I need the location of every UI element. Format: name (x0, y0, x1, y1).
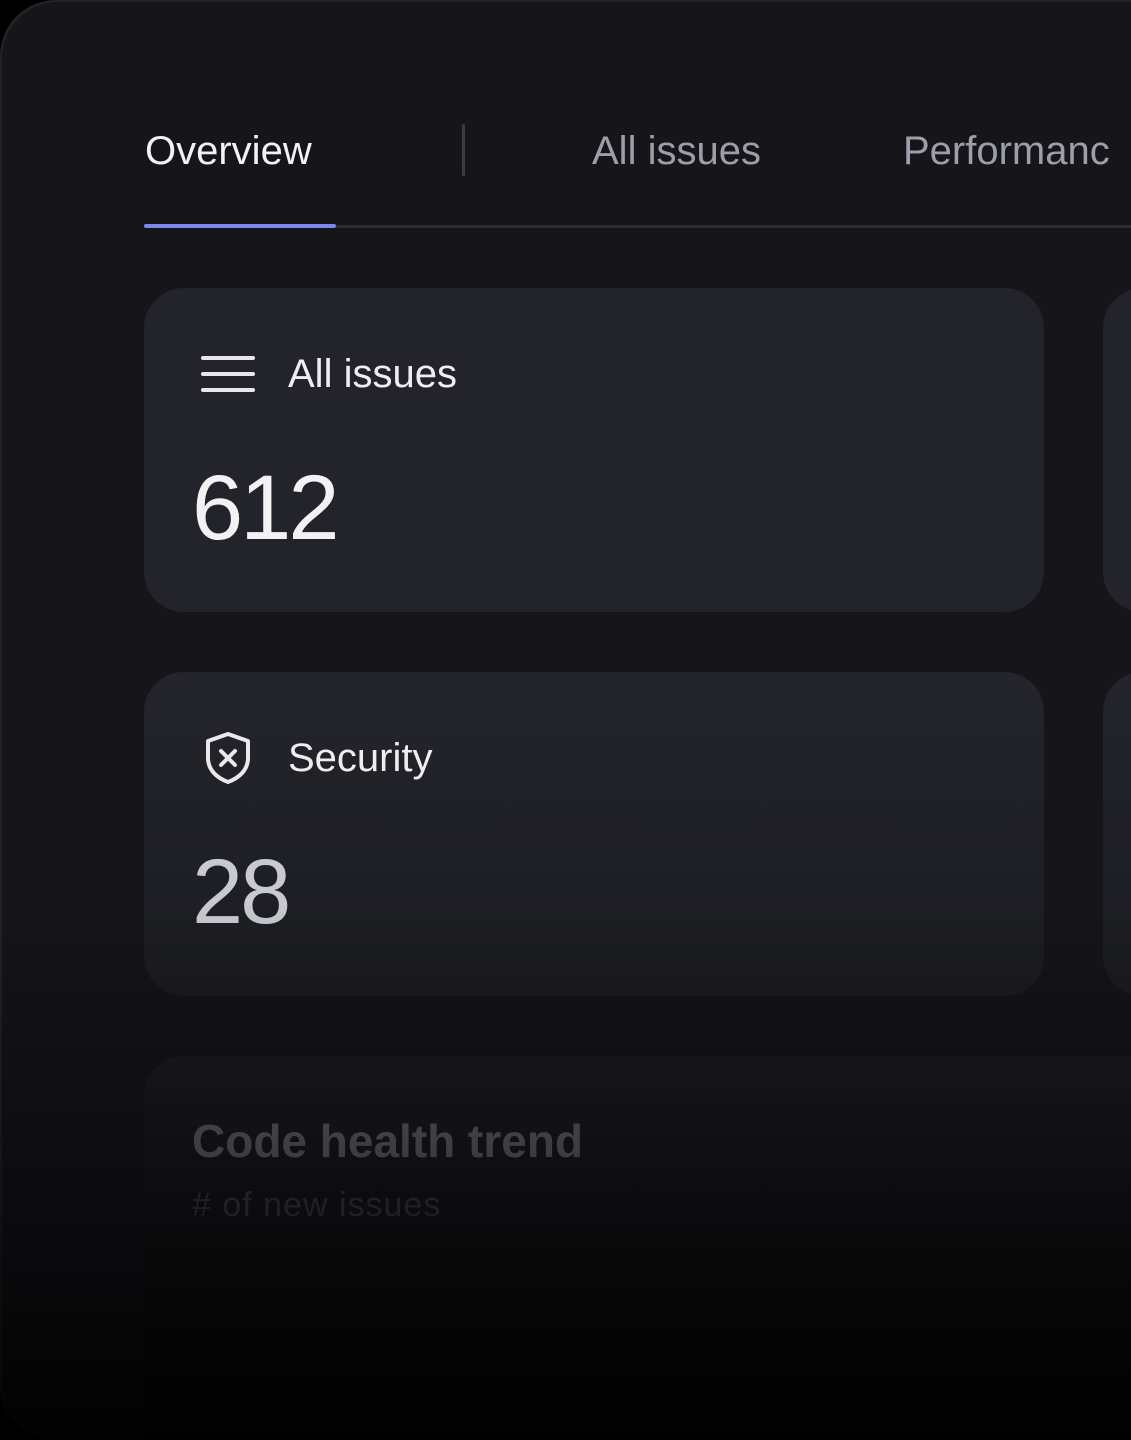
security-count: 28 (192, 841, 291, 943)
security-card[interactable]: Security 28 (144, 672, 1044, 996)
security-card-label: Security (288, 735, 433, 780)
all-issues-card-label: All issues (288, 351, 457, 396)
trend-subtitle: # of new issues (192, 1186, 442, 1224)
tab-performance[interactable]: Performanc (903, 126, 1110, 176)
list-icon (201, 356, 255, 392)
trend-title: Code health trend (192, 1115, 584, 1167)
tab-overview[interactable]: Overview (145, 126, 312, 176)
security-card-header: Security (200, 730, 433, 786)
app-window: Overview All issues Performanc All issue… (0, 0, 1131, 1440)
tab-bar: Overview All issues Performanc (144, 120, 1131, 228)
shield-x-icon (206, 732, 250, 784)
all-issues-card-header: All issues (200, 346, 457, 402)
all-issues-card[interactable]: All issues 612 (144, 288, 1044, 612)
tab-divider (462, 124, 465, 176)
all-issues-count: 612 (192, 457, 339, 559)
tab-all-issues[interactable]: All issues (592, 126, 761, 176)
code-health-trend-card[interactable]: Code health trend # of new issues (144, 1056, 1131, 1440)
active-tab-indicator (144, 224, 336, 228)
next-card-row-1[interactable] (1103, 288, 1131, 612)
next-card-row-2[interactable] (1103, 672, 1131, 996)
